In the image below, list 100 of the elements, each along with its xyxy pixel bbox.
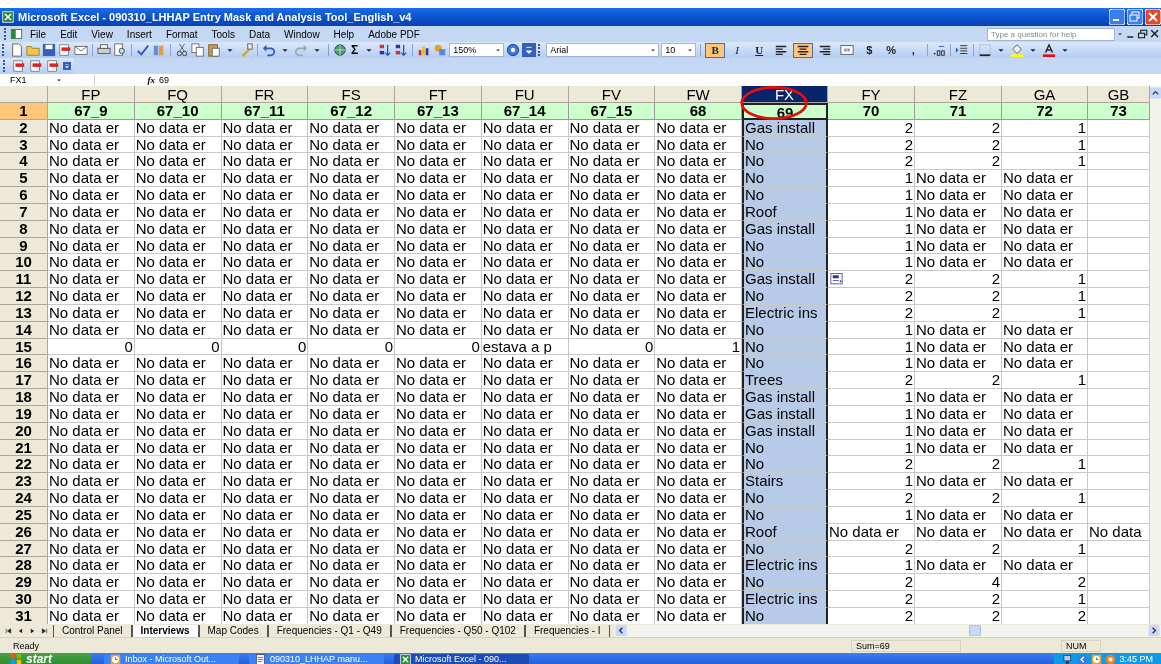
back-icon[interactable] <box>1077 653 1089 664</box>
toolbar-options-icon[interactable] <box>522 43 537 57</box>
row-header[interactable]: 24 <box>0 490 48 507</box>
row-header[interactable]: 28 <box>0 557 48 575</box>
clock-icon[interactable] <box>1091 653 1103 664</box>
fill-color-icon[interactable] <box>1010 43 1025 57</box>
printer-icon[interactable] <box>97 43 111 57</box>
name-box[interactable]: FX1 <box>0 74 95 86</box>
font-size-box[interactable]: 10 <box>661 43 697 57</box>
indent-icon[interactable] <box>955 43 970 57</box>
scroll-left-icon[interactable] <box>613 625 628 636</box>
column-header[interactable]: FZ <box>915 86 1002 103</box>
format-button[interactable]: $ <box>859 42 880 58</box>
menu-item[interactable]: Help <box>326 28 362 40</box>
sheet-tab[interactable]: Frequencies - Q1 - Q49 <box>267 624 391 637</box>
column-header[interactable]: FS <box>308 86 395 103</box>
column-header[interactable]: FR <box>221 86 309 103</box>
column-header[interactable]: FU <box>481 86 569 103</box>
font-name-box[interactable]: Arial <box>546 43 660 57</box>
column-header[interactable]: FW <box>655 86 742 103</box>
scroll-right-icon[interactable] <box>1147 625 1161 636</box>
row-header[interactable]: 30 <box>0 591 48 608</box>
format-button[interactable]: , <box>903 42 924 58</box>
menu-item[interactable]: Tools <box>204 28 242 40</box>
format-button[interactable]: % <box>881 42 902 58</box>
restore-icon[interactable] <box>1137 28 1149 40</box>
align-center-button[interactable] <box>793 42 814 58</box>
sheet-tab[interactable]: Frequencies - Q50 - Q102 <box>390 624 525 637</box>
row-header[interactable]: 5 <box>0 170 48 188</box>
help-search-field[interactable]: Type a question for help <box>987 27 1115 41</box>
globe-icon[interactable] <box>333 43 347 57</box>
menu-item[interactable]: Data <box>241 28 278 40</box>
minimize-icon[interactable] <box>1109 9 1125 25</box>
decimal-increase-icon[interactable] <box>932 43 947 57</box>
format-button[interactable]: I <box>727 42 748 58</box>
taskbar-button[interactable]: Inbox - Microsoft Out... <box>104 653 239 664</box>
row-header[interactable]: 22 <box>0 456 48 474</box>
row-header[interactable]: 1 <box>0 103 48 120</box>
row-header[interactable]: 29 <box>0 574 48 591</box>
sort-descending-icon[interactable] <box>394 43 409 57</box>
borders-icon[interactable] <box>978 43 993 57</box>
pdf-document-icon[interactable] <box>58 43 72 57</box>
row-header[interactable]: 10 <box>0 254 48 272</box>
column-header[interactable]: FV <box>568 86 656 103</box>
sheet-tab[interactable]: Map Codes <box>198 624 268 637</box>
sheet-tab[interactable]: Frequencies - I <box>524 624 610 637</box>
undo-icon[interactable] <box>262 43 276 57</box>
row-header[interactable]: 11 <box>0 271 48 289</box>
toolbar-options-icon[interactable] <box>63 59 71 73</box>
row-header[interactable]: 4 <box>0 153 48 171</box>
media-icon[interactable] <box>1105 653 1117 664</box>
taskbar-button[interactable]: 090310_LHHAP manu... <box>249 653 384 664</box>
taskbar-button[interactable]: Microsoft Excel - 090... <box>394 653 529 664</box>
column-header[interactable]: GB <box>1088 86 1150 103</box>
column-header[interactable]: FQ <box>134 86 222 103</box>
row-header[interactable]: 17 <box>0 372 48 390</box>
menu-item[interactable]: Format <box>158 28 205 40</box>
function-label[interactable]: fx <box>95 75 159 85</box>
format-button[interactable]: B <box>705 42 726 58</box>
pdf-document-icon[interactable] <box>29 59 43 73</box>
first-arrow-icon[interactable] <box>4 625 13 636</box>
clipboard-icon[interactable] <box>207 43 221 57</box>
sheet-tab[interactable]: Control Panel <box>53 624 132 637</box>
menu-item[interactable]: Window <box>277 28 327 40</box>
pdf-document-icon[interactable] <box>46 59 60 73</box>
pdf-document-icon[interactable] <box>12 59 26 73</box>
envelope-icon[interactable] <box>74 43 88 57</box>
column-header[interactable]: GA <box>1002 86 1088 103</box>
row-header[interactable]: 6 <box>0 187 48 204</box>
row-header[interactable]: 12 <box>0 288 48 305</box>
row-header[interactable]: 18 <box>0 389 48 406</box>
help-icon[interactable] <box>506 43 521 57</box>
autosum-button[interactable]: Σ <box>349 43 361 57</box>
zoom-box[interactable]: 150% <box>449 43 505 57</box>
formula-field[interactable]: 69 <box>159 75 1161 85</box>
books-icon[interactable] <box>152 43 166 57</box>
format-button[interactable]: U <box>749 42 770 58</box>
column-header[interactable]: FT <box>395 86 482 103</box>
brush-icon[interactable] <box>239 43 253 57</box>
last-arrow-icon[interactable] <box>40 625 49 636</box>
sort-ascending-icon[interactable] <box>378 43 393 57</box>
font-color-icon[interactable] <box>1042 43 1057 57</box>
close-icon[interactable] <box>1149 28 1161 40</box>
magnifier-icon[interactable] <box>113 43 127 57</box>
paste-options-icon[interactable] <box>830 273 843 286</box>
menu-item[interactable]: Edit <box>53 28 85 40</box>
menu-item[interactable]: Adobe PDF <box>361 28 427 40</box>
start-button[interactable]: start <box>0 653 92 664</box>
menu-item[interactable]: File <box>23 28 54 40</box>
scroll-thumb[interactable] <box>967 625 982 636</box>
menu-item[interactable]: Insert <box>119 28 159 40</box>
row-header[interactable]: 16 <box>0 355 48 373</box>
column-header[interactable]: FY <box>828 86 915 103</box>
scroll-up-icon[interactable] <box>1150 86 1161 100</box>
sheet-tab[interactable]: Interviews <box>131 624 199 637</box>
column-header[interactable]: FP <box>48 86 135 103</box>
copy-icon[interactable] <box>191 43 205 57</box>
scissors-icon[interactable] <box>175 43 189 57</box>
check-icon[interactable] <box>136 43 150 57</box>
row-header[interactable]: 23 <box>0 473 48 491</box>
